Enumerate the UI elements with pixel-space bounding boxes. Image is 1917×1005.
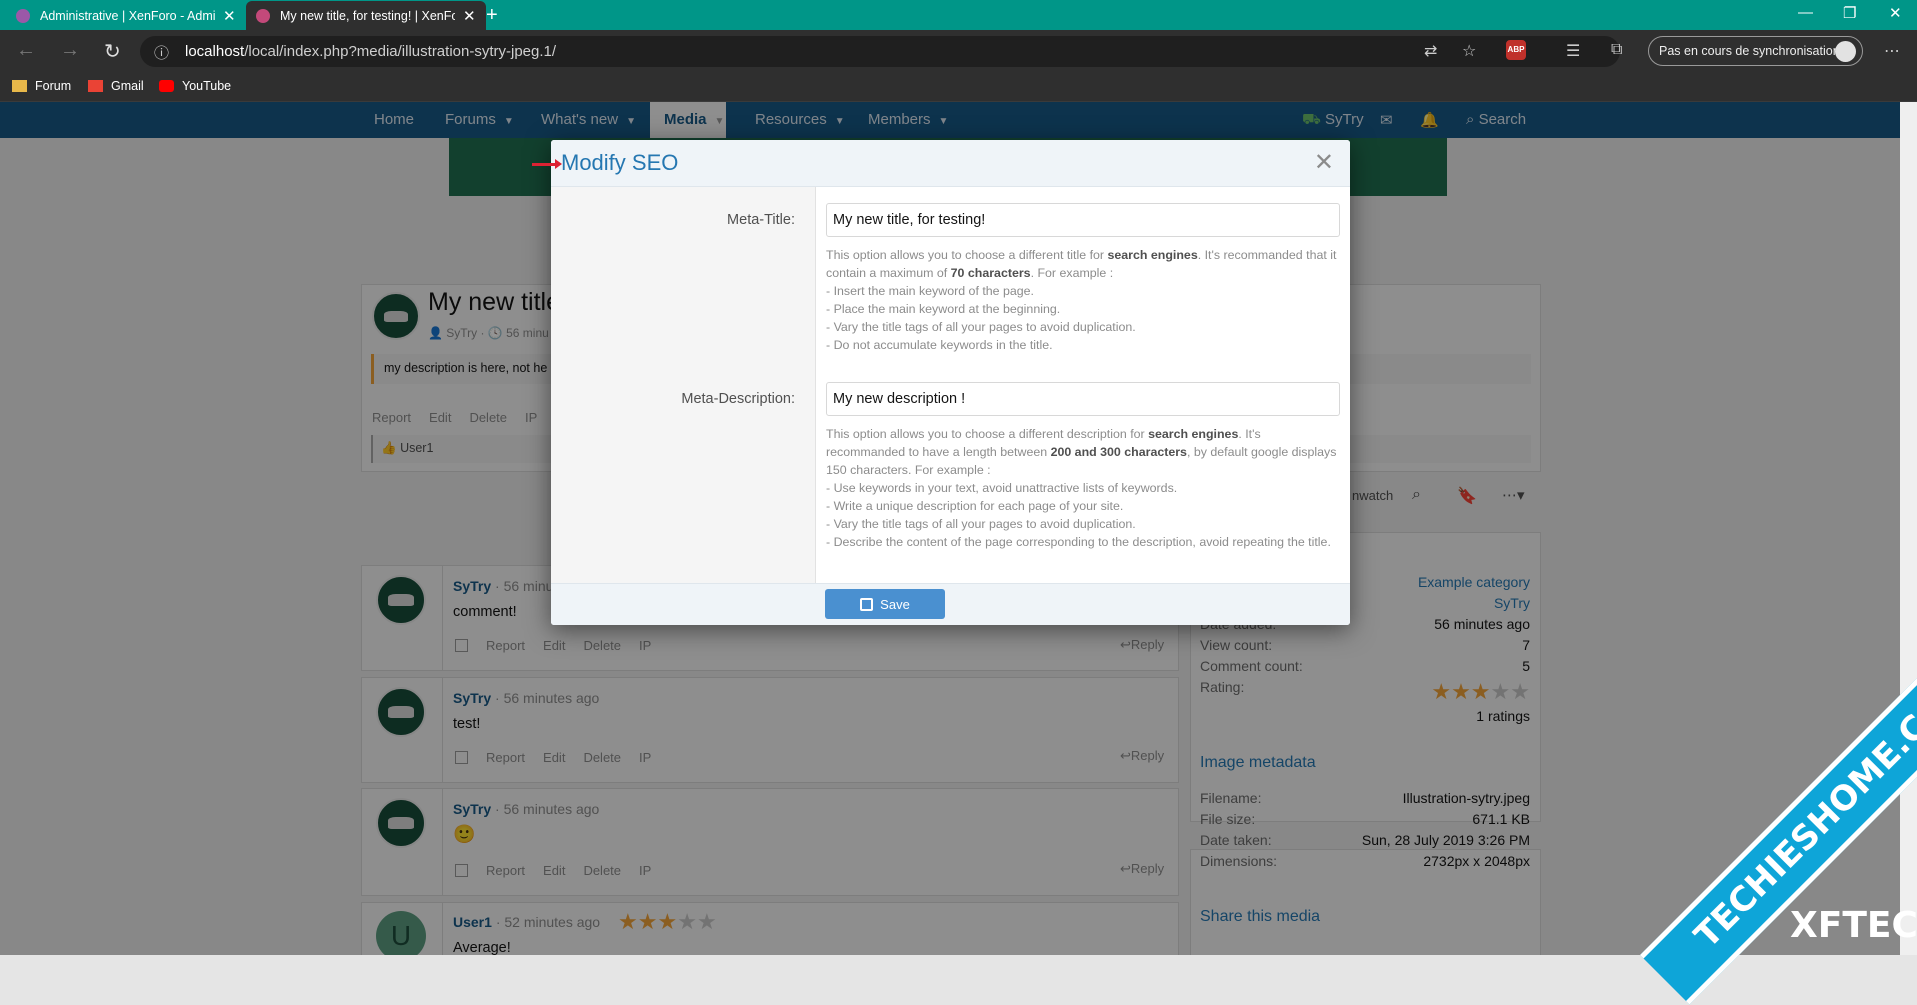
url-text: localhost/local/index.php?media/illustra… [185, 43, 557, 60]
label-column [551, 187, 816, 583]
meta-description-help: This option allows you to choose a diffe… [826, 427, 1337, 549]
reload-icon[interactable]: ↻ [104, 39, 121, 64]
forward-icon[interactable]: → [60, 39, 80, 62]
xenforo-favicon-icon [16, 8, 30, 23]
meta-description-label: Meta-Description: [681, 391, 795, 407]
meta-title-help: This option allows you to choose a diffe… [826, 248, 1337, 352]
annotation-arrow [532, 159, 562, 169]
collections-icon[interactable]: ⧉ [1611, 41, 1622, 59]
restore-icon[interactable]: ❐ [1843, 4, 1856, 22]
save-button[interactable]: Save [825, 589, 945, 619]
url-field[interactable]: ⓘ localhost/local/index.php?media/illust… [140, 36, 1620, 67]
info-icon[interactable]: ⓘ [154, 42, 169, 63]
save-label: Save [880, 596, 910, 612]
sync-profile-button[interactable]: Pas en cours de synchronisation [1648, 36, 1863, 66]
bookmark-label: Gmail [111, 79, 144, 93]
watermark-logo-text: XFTECH [1790, 905, 1917, 946]
favorites-list-icon[interactable]: ☰ [1566, 41, 1580, 61]
minimize-icon[interactable]: — [1798, 4, 1813, 21]
dialog-footer: Save [551, 583, 1350, 625]
bookmark-label: Forum [35, 79, 72, 93]
close-tab-icon[interactable]: ✕ [463, 7, 476, 25]
adblock-icon[interactable]: ABP [1506, 40, 1526, 60]
close-icon[interactable]: ✕ [1314, 148, 1334, 177]
new-tab-icon[interactable]: + [486, 4, 498, 27]
folder-icon [12, 80, 27, 92]
bookmark-forum[interactable]: Forum [12, 79, 71, 93]
browser-tab-strip: Administrative | XenForo - Admin ✕ My ne… [0, 0, 1917, 30]
more-menu-icon[interactable]: ⋯ [1884, 41, 1900, 61]
tab-title: My new title, for testing! | XenForo [280, 8, 455, 23]
xenforo-favicon-icon [256, 8, 270, 23]
profile-avatar-icon [1835, 41, 1856, 62]
bookmark-youtube[interactable]: YouTube [159, 79, 231, 93]
bookmarks-bar: Forum Gmail YouTube [0, 73, 1917, 102]
meta-description-input[interactable] [826, 382, 1340, 416]
favorite-star-icon[interactable]: ☆ [1462, 41, 1476, 61]
close-tab-icon[interactable]: ✕ [223, 7, 236, 25]
browser-tab-media[interactable]: My new title, for testing! | XenForo ✕ [246, 1, 486, 30]
gmail-icon [88, 80, 103, 92]
close-window-icon[interactable]: ✕ [1889, 4, 1902, 22]
meta-title-input[interactable] [826, 203, 1340, 237]
sync-label: Pas en cours de synchronisation [1659, 44, 1840, 58]
dialog-header: Modify SEO ✕ [551, 140, 1350, 187]
meta-title-label: Meta-Title: [727, 212, 795, 228]
address-bar-row: ← → ↻ ⓘ localhost/local/index.php?media/… [0, 30, 1917, 73]
bookmark-label: YouTube [182, 79, 232, 93]
tab-title: Administrative | XenForo - Admin [40, 8, 215, 23]
translate-icon[interactable]: ⇄ [1424, 41, 1437, 61]
back-icon[interactable]: ← [16, 39, 36, 62]
browser-tab-admin[interactable]: Administrative | XenForo - Admin ✕ [6, 1, 246, 30]
bookmark-gmail[interactable]: Gmail [88, 79, 144, 93]
dialog-title: Modify SEO [561, 150, 679, 175]
page-scrollbar[interactable] [1900, 102, 1917, 955]
modify-seo-dialog: Modify SEO ✕ Meta-Title: This option all… [551, 140, 1350, 625]
youtube-icon [159, 80, 174, 92]
save-disk-icon [860, 597, 874, 611]
